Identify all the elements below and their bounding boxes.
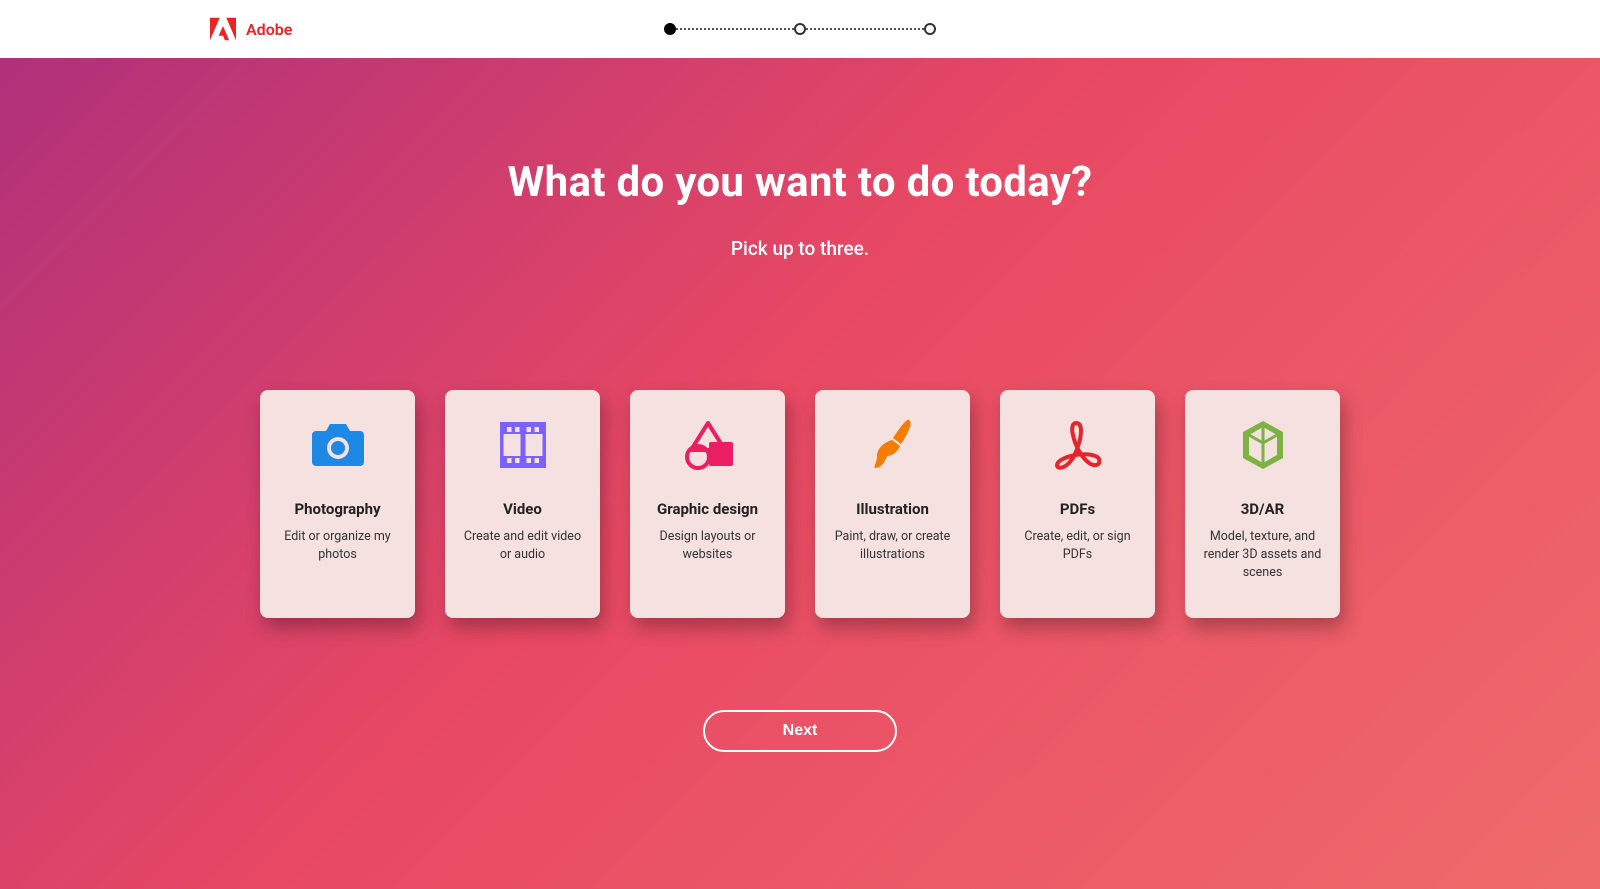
option-cards: Photography Edit or organize my photos: [260, 390, 1340, 618]
step-dot-1: [664, 23, 676, 35]
card-desc: Create, edit, or sign PDFs: [1014, 528, 1141, 564]
card-desc: Design layouts or websites: [644, 528, 771, 564]
card-desc: Edit or organize my photos: [274, 528, 401, 564]
header-bar: Adobe: [0, 0, 1600, 58]
card-title: 3D/AR: [1241, 500, 1285, 518]
card-pdfs[interactable]: PDFs Create, edit, or sign PDFs: [1000, 390, 1155, 618]
page-subheading: Pick up to three.: [731, 237, 869, 260]
card-title: Photography: [294, 500, 380, 518]
card-desc: Create and edit video or audio: [459, 528, 586, 564]
brand-logo[interactable]: Adobe: [210, 17, 292, 41]
card-illustration[interactable]: Illustration Paint, draw, or create illu…: [815, 390, 970, 618]
card-photography[interactable]: Photography Edit or organize my photos: [260, 390, 415, 618]
card-title: Illustration: [856, 500, 929, 518]
card-graphic-design[interactable]: Graphic design Design layouts or website…: [630, 390, 785, 618]
cube-icon: [1236, 418, 1290, 472]
next-button-label: Next: [783, 722, 818, 740]
step-connector: [676, 28, 794, 30]
step-dot-2: [794, 23, 806, 35]
page-heading: What do you want to do today?: [508, 158, 1093, 207]
progress-stepper: [664, 23, 936, 35]
film-icon: [496, 418, 550, 472]
brand-name: Adobe: [246, 20, 292, 39]
brush-icon: [866, 418, 920, 472]
acrobat-icon: [1051, 418, 1105, 472]
card-title: Graphic design: [657, 500, 758, 518]
card-desc: Paint, draw, or create illustrations: [829, 528, 956, 564]
step-connector: [806, 28, 924, 30]
card-video[interactable]: Video Create and edit video or audio: [445, 390, 600, 618]
adobe-logo-icon: [210, 17, 236, 41]
camera-icon: [311, 418, 365, 472]
card-title: Video: [503, 500, 542, 518]
shapes-icon: [681, 418, 735, 472]
card-desc: Model, texture, and render 3D assets and…: [1199, 528, 1326, 582]
next-button[interactable]: Next: [703, 710, 897, 752]
hero-section: What do you want to do today? Pick up to…: [0, 58, 1600, 889]
step-dot-3: [924, 23, 936, 35]
card-title: PDFs: [1060, 500, 1095, 518]
card-3d-ar[interactable]: 3D/AR Model, texture, and render 3D asse…: [1185, 390, 1340, 618]
